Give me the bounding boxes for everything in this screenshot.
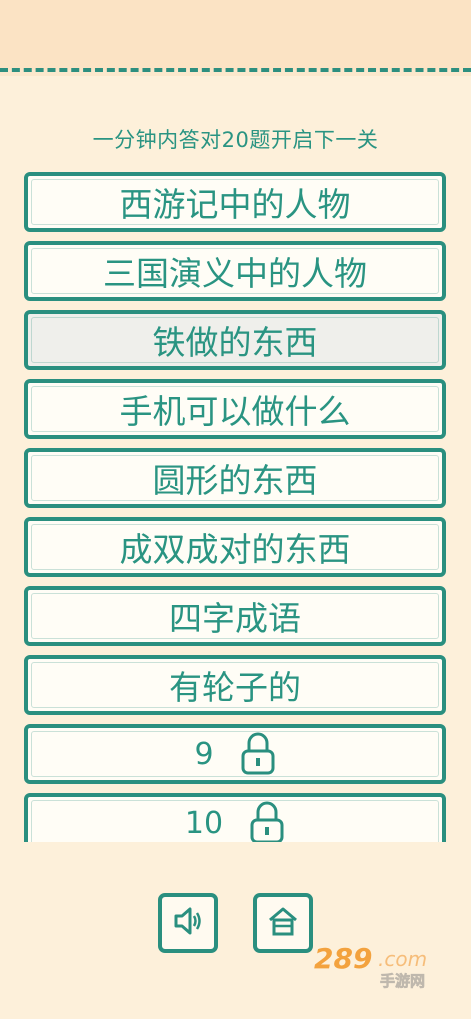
home-button[interactable] <box>253 893 313 953</box>
level-button-10-locked[interactable]: 10 <box>24 793 446 842</box>
level-button-2[interactable]: 三国演义中的人物 <box>24 241 446 301</box>
level-list[interactable]: 西游记中的人物 三国演义中的人物 铁做的东西 手机可以做什么 圆形的东西 成双成… <box>0 168 471 842</box>
watermark-logo: 289 .com 手游网 <box>312 938 462 992</box>
level-label: 铁做的东西 <box>152 323 318 362</box>
level-button-3[interactable]: 铁做的东西 <box>24 310 446 370</box>
lock-icon <box>249 800 285 842</box>
svg-text:.com: .com <box>378 947 427 971</box>
svg-text:289: 289 <box>314 942 372 975</box>
level-label: 西游记中的人物 <box>119 185 351 224</box>
level-label: 四字成语 <box>169 599 301 638</box>
level-label: 三国演义中的人物 <box>103 254 367 293</box>
level-button-5[interactable]: 圆形的东西 <box>24 448 446 508</box>
level-label: 有轮子的 <box>169 668 301 707</box>
level-number: 10 <box>184 805 224 841</box>
speaker-icon <box>171 904 205 942</box>
level-button-8[interactable]: 有轮子的 <box>24 655 446 715</box>
level-instruction: 一分钟内答对20题开启下一关 <box>92 128 379 152</box>
level-label: 成双成对的东西 <box>119 530 351 569</box>
level-number: 9 <box>194 736 214 772</box>
dashed-divider <box>0 68 471 72</box>
level-button-7[interactable]: 四字成语 <box>24 586 446 646</box>
level-button-4[interactable]: 手机可以做什么 <box>24 379 446 439</box>
level-label: 手机可以做什么 <box>119 392 351 431</box>
level-label: 圆形的东西 <box>152 461 318 500</box>
top-bar <box>0 0 471 70</box>
sound-toggle-button[interactable] <box>158 893 218 953</box>
level-button-6[interactable]: 成双成对的东西 <box>24 517 446 577</box>
level-button-9-locked[interactable]: 9 <box>24 724 446 784</box>
lock-icon <box>240 731 276 777</box>
level-button-1[interactable]: 西游记中的人物 <box>24 172 446 232</box>
home-icon <box>266 904 300 942</box>
svg-text:手游网: 手游网 <box>380 972 425 990</box>
